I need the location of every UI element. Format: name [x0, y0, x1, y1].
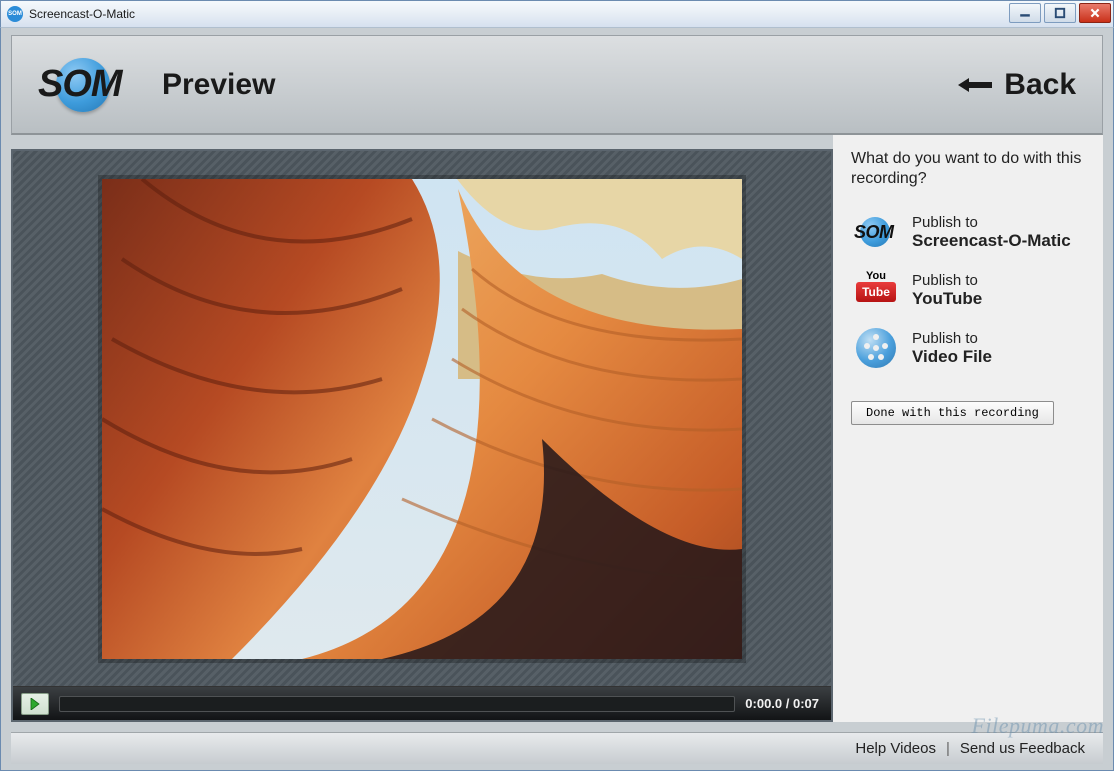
window-controls: [1009, 3, 1111, 23]
publish-file[interactable]: Publish to Video File: [851, 319, 1087, 377]
publish-som[interactable]: SOM Publish to Screencast-O-Matic: [851, 203, 1087, 261]
video-file-icon: [854, 328, 898, 368]
main-row: 0:00.0 / 0:07 What do you want to do wit…: [11, 135, 1103, 722]
youtube-icon: You Tube: [854, 270, 898, 310]
seek-bar[interactable]: [59, 696, 735, 712]
som-logo-text: SOM: [38, 63, 122, 106]
maximize-icon: [1054, 7, 1066, 19]
window-titlebar: SOM Screencast-O-Matic: [0, 0, 1114, 28]
publish-youtube[interactable]: You Tube Publish to YouTube: [851, 261, 1087, 319]
footer-separator: |: [946, 740, 950, 757]
som-icon: SOM: [854, 212, 898, 252]
publish-youtube-line1: Publish to: [912, 272, 982, 289]
video-panel: 0:00.0 / 0:07: [11, 149, 833, 722]
publish-panel: What do you want to do with this recordi…: [833, 135, 1103, 722]
send-feedback-link[interactable]: Send us Feedback: [960, 740, 1085, 757]
close-icon: [1089, 7, 1101, 19]
done-button[interactable]: Done with this recording: [851, 401, 1054, 425]
close-button[interactable]: [1079, 3, 1111, 23]
app-header: SOM Preview Back: [11, 35, 1103, 135]
back-button[interactable]: Back: [956, 68, 1076, 102]
back-label: Back: [1004, 68, 1076, 102]
page-title: Preview: [162, 68, 275, 102]
client-area: SOM Preview Back: [0, 28, 1114, 771]
publish-youtube-line2: YouTube: [912, 289, 982, 309]
app-icon: SOM: [7, 6, 23, 22]
window-title: Screencast-O-Matic: [29, 7, 135, 21]
footer: Help Videos | Send us Feedback: [11, 732, 1103, 764]
time-display: 0:00.0 / 0:07: [745, 696, 823, 711]
video-area: [13, 151, 831, 686]
minimize-icon: [1019, 7, 1031, 19]
arrow-left-icon: [956, 76, 994, 94]
play-button[interactable]: [21, 693, 49, 715]
publish-file-line1: Publish to: [912, 330, 992, 347]
maximize-button[interactable]: [1044, 3, 1076, 23]
help-videos-link[interactable]: Help Videos: [855, 740, 936, 757]
play-icon: [30, 698, 40, 710]
som-logo: SOM: [38, 55, 138, 115]
publish-file-line2: Video File: [912, 347, 992, 367]
publish-som-line1: Publish to: [912, 214, 1071, 231]
publish-som-line2: Screencast-O-Matic: [912, 231, 1071, 251]
prompt-text: What do you want to do with this recordi…: [851, 149, 1087, 189]
minimize-button[interactable]: [1009, 3, 1041, 23]
recording-thumbnail: [102, 179, 742, 659]
player-controls: 0:00.0 / 0:07: [13, 686, 831, 720]
